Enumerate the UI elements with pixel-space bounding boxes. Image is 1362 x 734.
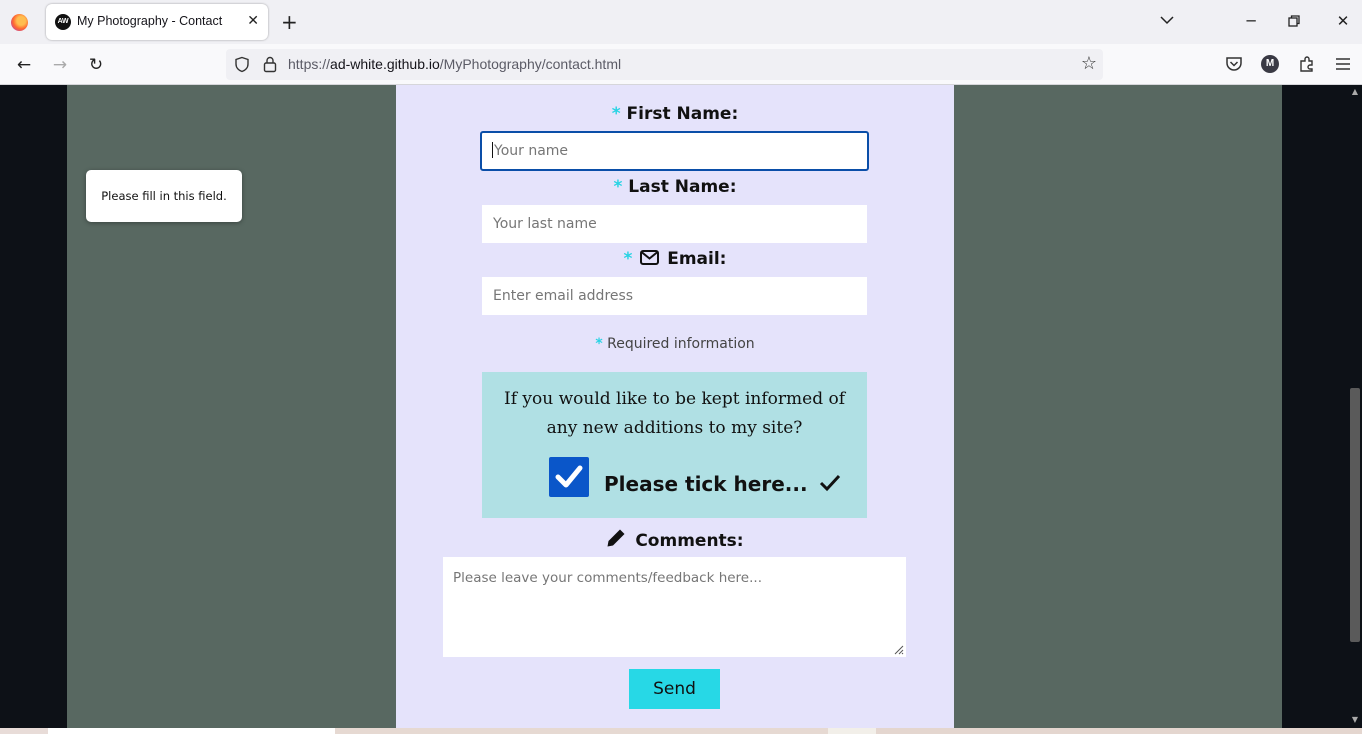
checkmark-icon [555, 465, 583, 488]
first-name-label: * First Name: [396, 104, 954, 124]
url-text[interactable]: https://ad-white.github.io/MyPhotography… [288, 56, 621, 72]
required-star: * [613, 177, 623, 197]
newsletter-box: If you would like to be kept informed of… [482, 372, 867, 518]
send-button[interactable]: Send [629, 669, 720, 709]
scroll-up-icon[interactable]: ▲ [1348, 87, 1362, 96]
lock-icon[interactable] [263, 56, 277, 73]
bookmark-star-icon[interactable]: ☆ [1081, 54, 1097, 74]
last-name-placeholder: Your last name [493, 216, 597, 232]
url-prefix: https:// [288, 56, 331, 72]
newsletter-text: If you would like to be kept informed of… [503, 389, 846, 438]
text-caret [492, 142, 493, 158]
page-scrollbar[interactable]: ▲ ▼ [1348, 85, 1362, 728]
check-icon [819, 474, 840, 492]
envelope-icon [640, 250, 660, 265]
email-input[interactable]: Enter email address [482, 277, 867, 315]
email-label-text: Email: [667, 249, 727, 269]
comments-label-text: Comments: [635, 531, 744, 551]
account-avatar[interactable]: M [1261, 55, 1279, 73]
tracking-protection-icon[interactable] [234, 56, 250, 73]
forward-icon[interactable]: → [49, 54, 71, 76]
validation-tooltip: Please fill in this field. [86, 170, 242, 222]
email-placeholder: Enter email address [493, 288, 634, 304]
last-name-label: * Last Name: [396, 177, 954, 197]
first-name-input[interactable]: Your name [480, 131, 869, 171]
minimize-icon[interactable]: ─ [1241, 10, 1261, 32]
page-viewport: * First Name: Your name * Last Name: You… [0, 85, 1348, 728]
taskbar-strip [0, 728, 1362, 734]
required-star: * [595, 336, 603, 352]
menu-hamburger-icon[interactable] [1333, 54, 1353, 74]
subscribe-label[interactable]: Please tick here... [604, 472, 841, 496]
pencil-icon [607, 529, 625, 547]
tab-bar: AW My Photography - Contact ✕ + ─ ✕ [0, 0, 1362, 44]
required-note: * Required information [396, 336, 954, 352]
close-tab-icon[interactable]: ✕ [247, 13, 259, 29]
window-close-icon[interactable]: ✕ [1333, 10, 1353, 32]
contact-form: * First Name: Your name * Last Name: You… [396, 85, 954, 728]
comments-placeholder: Please leave your comments/feedback here… [453, 570, 762, 586]
extensions-icon[interactable] [1297, 54, 1317, 74]
firefox-logo-icon[interactable] [11, 14, 28, 31]
last-name-input[interactable]: Your last name [482, 205, 867, 243]
scroll-down-icon[interactable]: ▼ [1348, 715, 1362, 724]
list-all-tabs-icon[interactable] [1159, 12, 1175, 28]
last-name-label-text: Last Name: [628, 177, 737, 197]
active-tab[interactable]: AW My Photography - Contact ✕ [46, 4, 268, 40]
reload-icon[interactable]: ↻ [85, 54, 107, 76]
url-host: ad-white.github.io [330, 56, 440, 72]
subscribe-checkbox[interactable] [549, 457, 589, 497]
url-path: /MyPhotography/contact.html [439, 56, 622, 72]
scrollbar-thumb[interactable] [1350, 388, 1360, 642]
navigation-toolbar: ← → ↻ https://ad-white.github.io/MyPhoto… [0, 44, 1362, 85]
site-favicon-icon: AW [55, 14, 71, 30]
first-name-label-text: First Name: [626, 104, 739, 124]
address-bar[interactable]: https://ad-white.github.io/MyPhotography… [226, 49, 1103, 80]
comments-textarea[interactable]: Please leave your comments/feedback here… [443, 557, 906, 657]
first-name-placeholder: Your name [494, 143, 569, 159]
pocket-icon[interactable] [1224, 54, 1244, 74]
comments-label: Comments: [396, 528, 954, 551]
tab-title: My Photography - Contact [77, 14, 223, 28]
required-star: * [623, 249, 633, 269]
subscribe-label-text: Please tick here... [604, 472, 808, 496]
back-icon[interactable]: ← [13, 54, 35, 76]
resize-grip-icon[interactable] [892, 643, 904, 655]
restore-icon[interactable] [1287, 14, 1301, 28]
required-star: * [611, 104, 621, 124]
required-note-text: Required information [607, 336, 755, 352]
email-label: * Email: [396, 249, 954, 269]
new-tab-icon[interactable]: + [281, 10, 298, 34]
